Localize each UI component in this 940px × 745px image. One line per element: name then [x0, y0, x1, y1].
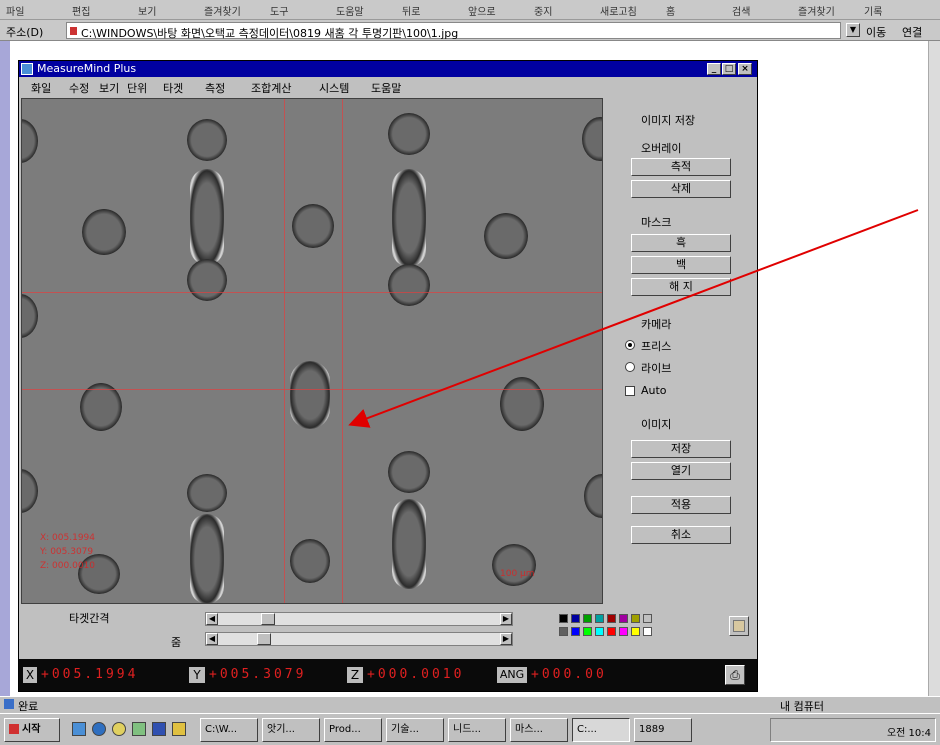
media-icon[interactable]: [152, 722, 166, 736]
start-button[interactable]: 시작: [4, 718, 60, 742]
task-button[interactable]: C:\W...: [200, 718, 258, 742]
zone-text: 내 컴퓨터: [780, 700, 824, 713]
annotation-arrow: [348, 209, 919, 428]
task-button[interactable]: 기술...: [386, 718, 444, 742]
task-button[interactable]: 마스...: [510, 718, 568, 742]
task-button[interactable]: 1889: [634, 718, 692, 742]
task-button[interactable]: 니드...: [448, 718, 506, 742]
taskbar: 시작 C:\W... 앗기... Prod... 기술... 니드... 마스.…: [0, 713, 940, 745]
task-button[interactable]: 앗기...: [262, 718, 320, 742]
explorer-icon[interactable]: [132, 722, 146, 736]
folder-icon[interactable]: [172, 722, 186, 736]
task-button-active[interactable]: C:...: [572, 718, 630, 742]
page-icon: [4, 699, 14, 709]
outlook-icon[interactable]: [112, 722, 126, 736]
system-tray: 오전 10:4: [770, 718, 936, 742]
desktop-icon[interactable]: [72, 722, 86, 736]
ie-icon[interactable]: [92, 722, 106, 736]
task-button[interactable]: Prod...: [324, 718, 382, 742]
browser-status-bar: 완료 내 컴퓨터: [0, 696, 940, 713]
windows-logo-icon: [9, 724, 19, 734]
status-text: 완료: [18, 700, 39, 713]
clock: 오전 10:4: [886, 728, 931, 739]
start-label: 시작: [22, 724, 41, 735]
